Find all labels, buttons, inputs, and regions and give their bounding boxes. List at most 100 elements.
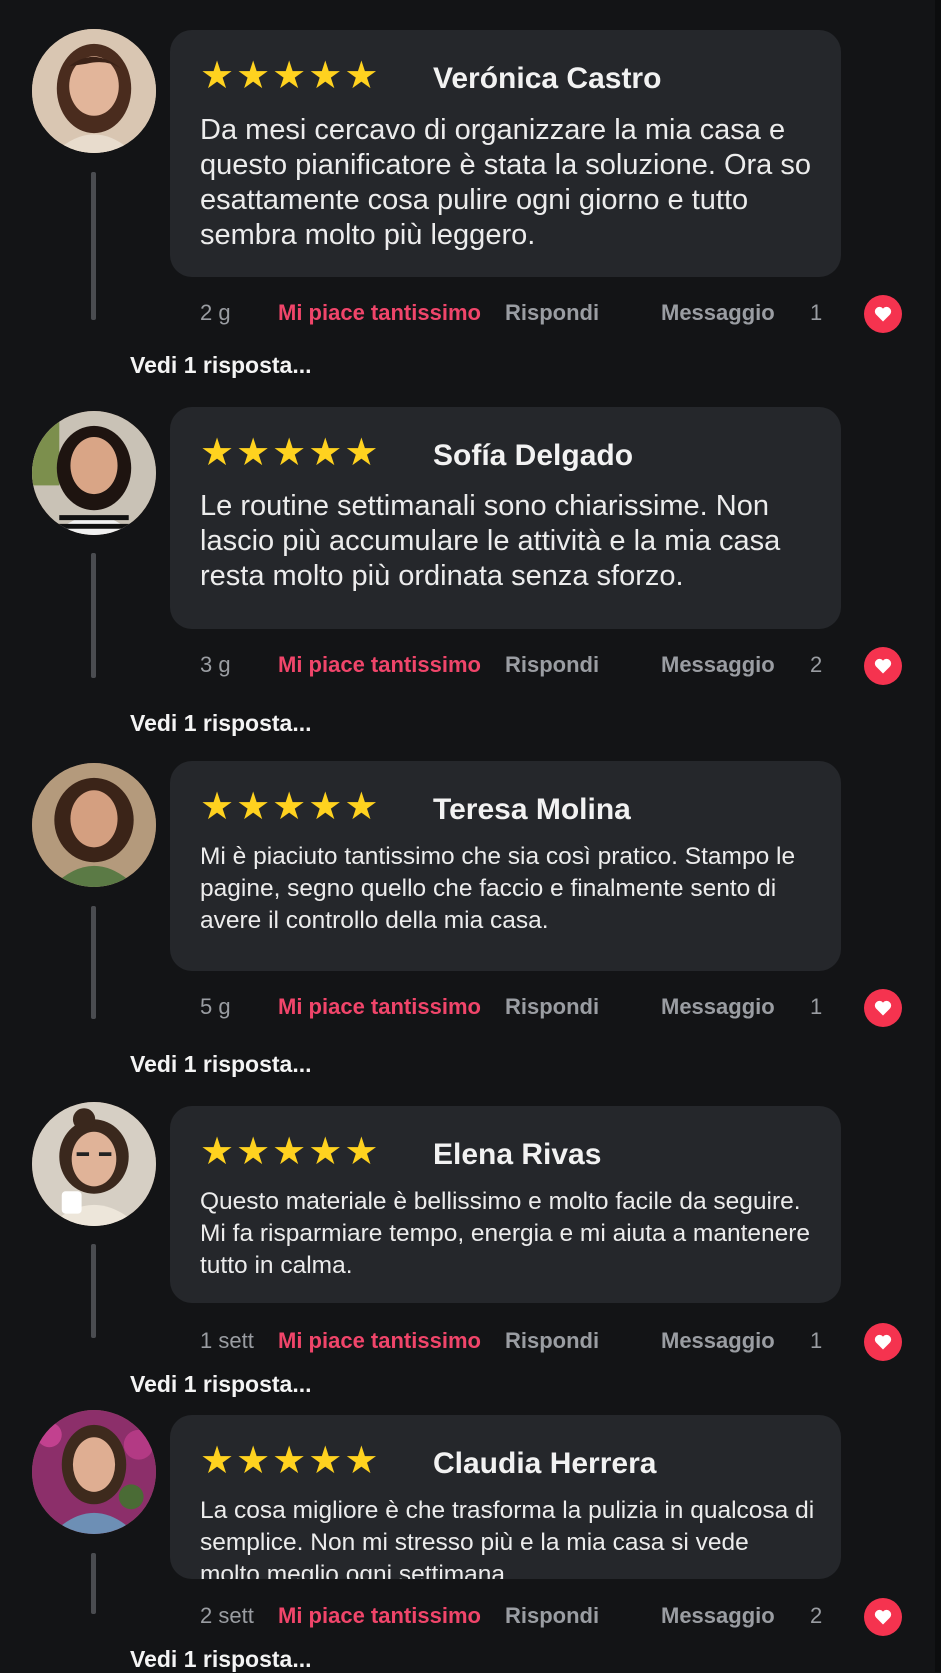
timestamp[interactable]: 5 g (200, 994, 231, 1020)
like-button[interactable]: Mi piace tantissimo (278, 1603, 481, 1629)
comment-actions: 2 sett Mi piace tantissimo Rispondi Mess… (0, 1595, 941, 1636)
timestamp[interactable]: 2 g (200, 300, 231, 326)
avatar[interactable] (32, 1102, 156, 1226)
star-icon: ★ (272, 53, 307, 97)
star-icon: ★ (236, 53, 271, 97)
timestamp[interactable]: 1 sett (200, 1328, 254, 1354)
reply-button[interactable]: Rispondi (505, 652, 599, 678)
star-icon: ★ (272, 430, 307, 474)
reply-button[interactable]: Rispondi (505, 300, 599, 326)
comment-bubble: ★ ★ ★ ★ ★ Claudia Herrera La cosa miglio… (170, 1415, 841, 1579)
comment-text: La cosa migliore è che trasforma la puli… (200, 1497, 815, 1579)
reply-button[interactable]: Rispondi (505, 1328, 599, 1354)
avatar-photo (32, 1102, 156, 1226)
view-replies-link[interactable]: Vedi 1 risposta... (130, 1051, 312, 1078)
author-name[interactable]: Elena Rivas (433, 1138, 601, 1172)
view-replies-link[interactable]: Vedi 1 risposta... (130, 1646, 312, 1673)
reaction-count: 1 (810, 1328, 823, 1353)
star-icon: ★ (308, 784, 343, 828)
star-icon: ★ (200, 784, 235, 828)
like-button[interactable]: Mi piace tantissimo (278, 300, 481, 326)
message-button[interactable]: Messaggio (661, 652, 775, 678)
star-icon: ★ (308, 53, 343, 97)
author-name[interactable]: Teresa Molina (433, 793, 631, 827)
reaction-count: 1 (810, 300, 823, 325)
comment-text: Mi è piaciuto tantissimo che sia così pr… (200, 843, 796, 934)
heart-reaction-button[interactable] (864, 1598, 902, 1636)
star-icon: ★ (308, 1129, 343, 1173)
message-button[interactable]: Messaggio (661, 994, 775, 1020)
reaction-count: 2 (810, 652, 823, 677)
comment-actions: 3 g Mi piace tantissimo Rispondi Messagg… (0, 644, 941, 685)
heart-reaction-button[interactable] (864, 295, 902, 333)
avatar[interactable] (32, 1410, 156, 1534)
star-icon: ★ (200, 430, 235, 474)
author-name[interactable]: Verónica Castro (433, 62, 661, 96)
comment-bubble: ★ ★ ★ ★ ★ Sofía Delgado Le routine setti… (170, 407, 841, 629)
scrollbar[interactable] (935, 0, 941, 1672)
heart-reaction-button[interactable] (864, 989, 902, 1027)
comment-bubble: ★ ★ ★ ★ ★ Elena Rivas Questo materiale è… (170, 1106, 841, 1303)
star-icon: ★ (308, 430, 343, 474)
comment-text: Da mesi cercavo di organizzare la mia ca… (200, 114, 811, 251)
star-icon: ★ (200, 53, 235, 97)
timestamp[interactable]: 2 sett (200, 1603, 254, 1629)
like-button[interactable]: Mi piace tantissimo (278, 1328, 481, 1354)
author-name[interactable]: Claudia Herrera (433, 1447, 656, 1481)
avatar-photo (32, 29, 156, 153)
view-replies-link[interactable]: Vedi 1 risposta... (130, 710, 312, 737)
star-icon: ★ (272, 1438, 307, 1482)
avatar-photo (32, 763, 156, 887)
comment-actions-viewport: 2 sett Mi piace tantissimo Rispondi Mess… (0, 1595, 941, 1645)
avatar[interactable] (32, 411, 156, 535)
view-replies-link[interactable]: Vedi 1 risposta... (130, 1371, 312, 1398)
avatar[interactable] (32, 763, 156, 887)
comment-actions: 2 g Mi piace tantissimo Rispondi Messagg… (0, 292, 941, 333)
star-icon: ★ (236, 1438, 271, 1482)
comment-bubble: ★ ★ ★ ★ ★ Teresa Molina Mi è piaciuto ta… (170, 761, 841, 971)
star-icon: ★ (200, 1129, 235, 1173)
star-icon: ★ (344, 53, 379, 97)
like-button[interactable]: Mi piace tantissimo (278, 994, 481, 1020)
heart-reaction-button[interactable] (864, 1323, 902, 1361)
heart-icon (874, 1334, 892, 1350)
timestamp[interactable]: 3 g (200, 652, 231, 678)
view-replies-link[interactable]: Vedi 1 risposta... (130, 352, 312, 379)
star-icon: ★ (272, 784, 307, 828)
rating-stars: ★ ★ ★ ★ ★ (200, 1441, 378, 1479)
star-icon: ★ (200, 1438, 235, 1482)
star-icon: ★ (272, 1129, 307, 1173)
star-icon: ★ (344, 784, 379, 828)
message-button[interactable]: Messaggio (661, 300, 775, 326)
star-icon: ★ (344, 430, 379, 474)
message-button[interactable]: Messaggio (661, 1603, 775, 1629)
rating-stars: ★ ★ ★ ★ ★ (200, 1132, 378, 1170)
rating-stars: ★ ★ ★ ★ ★ (200, 787, 378, 825)
like-button[interactable]: Mi piace tantissimo (278, 652, 481, 678)
heart-reaction-button[interactable] (864, 647, 902, 685)
avatar-photo (32, 1410, 156, 1534)
star-icon: ★ (344, 1129, 379, 1173)
comment-text: Le routine settimanali sono chiarissime.… (200, 490, 781, 592)
message-button[interactable]: Messaggio (661, 1328, 775, 1354)
comment-bubble: ★ ★ ★ ★ ★ Verónica Castro Da mesi cercav… (170, 30, 841, 277)
star-icon: ★ (308, 1438, 343, 1482)
heart-icon (874, 658, 892, 674)
avatar-photo (32, 411, 156, 535)
rating-stars: ★ ★ ★ ★ ★ (200, 433, 378, 471)
heart-icon (874, 1000, 892, 1016)
reply-button[interactable]: Rispondi (505, 1603, 599, 1629)
star-icon: ★ (236, 1129, 271, 1173)
comment-feed: ★ ★ ★ ★ ★ Verónica Castro Da mesi cercav… (0, 0, 941, 1672)
comment-actions: 5 g Mi piace tantissimo Rispondi Messagg… (0, 986, 941, 1027)
avatar[interactable] (32, 29, 156, 153)
heart-icon (874, 306, 892, 322)
heart-icon (874, 1609, 892, 1625)
reply-button[interactable]: Rispondi (505, 994, 599, 1020)
reaction-count: 2 (810, 1603, 823, 1628)
rating-stars: ★ ★ ★ ★ ★ (200, 56, 378, 94)
star-icon: ★ (236, 784, 271, 828)
reaction-count: 1 (810, 994, 823, 1019)
star-icon: ★ (236, 430, 271, 474)
author-name[interactable]: Sofía Delgado (433, 439, 633, 473)
